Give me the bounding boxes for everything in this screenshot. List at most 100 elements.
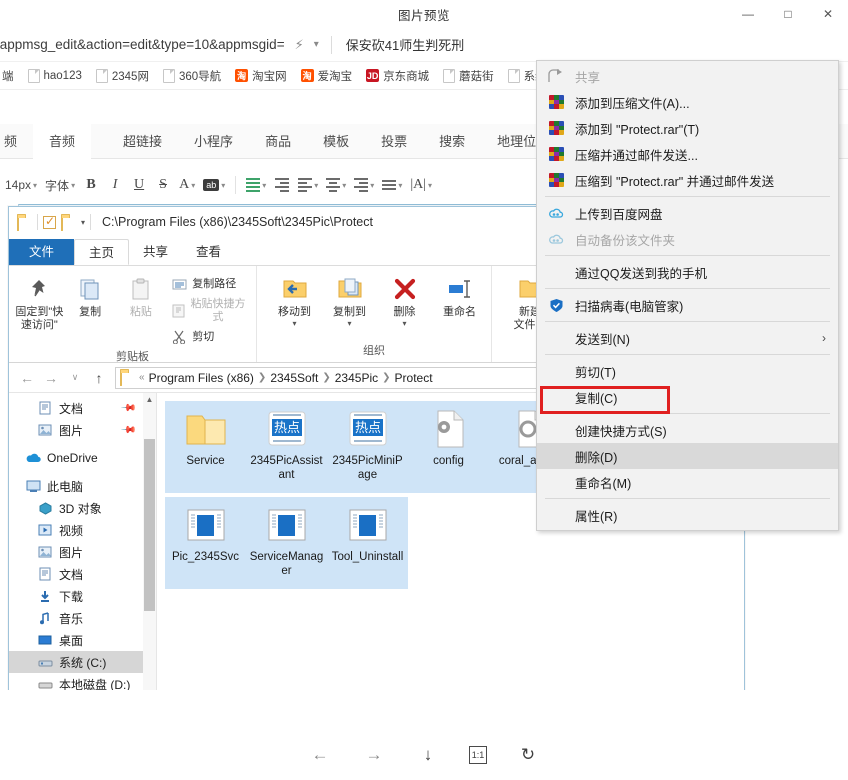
- bookmark-item[interactable]: 淘 淘宝网: [228, 64, 294, 88]
- text-color-button[interactable]: A ▾: [176, 172, 198, 198]
- up-button[interactable]: ↑: [87, 366, 111, 390]
- outdent-button[interactable]: ▾: [295, 172, 321, 198]
- download-button[interactable]: ↓: [415, 742, 441, 768]
- chevron-down-icon[interactable]: ▾: [81, 218, 85, 227]
- new-folder-icon[interactable]: [61, 214, 76, 231]
- sidebar-item-documents[interactable]: 文档 📌: [9, 397, 156, 419]
- url-text[interactable]: /appmsg_edit&action=edit&type=10&appmsgi…: [0, 37, 285, 52]
- tab-view[interactable]: 查看: [182, 239, 235, 265]
- strikethrough-button[interactable]: S: [152, 172, 174, 198]
- menu-item-cut[interactable]: 剪切(T): [537, 358, 838, 384]
- sidebar-scrollbar[interactable]: ▲ ▼: [143, 393, 156, 690]
- previous-image-button[interactable]: ←: [307, 742, 333, 768]
- line-height-button[interactable]: |A| ▾: [407, 172, 435, 198]
- menu-item-upload-to-baidu-cloud[interactable]: 上传到百度网盘: [537, 200, 838, 226]
- explorer-sidebar[interactable]: 文档 📌 图片 📌 OneDrive 此电脑 3D 对象 视频 图片 文档 下载…: [9, 393, 157, 690]
- highlight-button[interactable]: ab ▾: [200, 172, 228, 198]
- bookmark-item[interactable]: 淘 爱淘宝: [294, 64, 360, 88]
- tab-video[interactable]: 频: [0, 124, 33, 159]
- tab-template[interactable]: 模板: [307, 124, 365, 159]
- minimize-button[interactable]: —: [728, 0, 768, 28]
- sidebar-item-this-pc[interactable]: 此电脑: [9, 475, 156, 497]
- sidebar-item-videos[interactable]: 视频: [9, 519, 156, 541]
- bookmark-item[interactable]: 2345网: [89, 64, 156, 88]
- pin-icon[interactable]: 📌: [119, 400, 136, 417]
- sidebar-item-downloads[interactable]: 下载: [9, 585, 156, 607]
- file-item[interactable]: 热点 2345PicMiniPage: [327, 401, 408, 493]
- preview-toolbar[interactable]: ← → ↓ 1:1 ↻: [0, 730, 848, 780]
- rename-button[interactable]: 重命名: [434, 270, 485, 319]
- menu-item-auto-backup-folder[interactable]: 自动备份该文件夹: [537, 226, 838, 252]
- menu-item-create-shortcut[interactable]: 创建快捷方式(S): [537, 417, 838, 443]
- breadcrumb-item[interactable]: Protect: [395, 371, 433, 385]
- context-menu[interactable]: 共享 添加到压缩文件(A)... 添加到 "Protect.rar"(T) 压缩…: [536, 60, 839, 531]
- actual-size-button[interactable]: 1:1: [469, 746, 487, 764]
- list-button[interactable]: ▾: [379, 172, 405, 198]
- pin-icon[interactable]: 📌: [119, 422, 136, 439]
- file-item[interactable]: ServiceManager: [246, 497, 327, 589]
- lightning-icon[interactable]: ⚡: [295, 37, 304, 53]
- chevron-down-icon[interactable]: ▾: [347, 319, 351, 327]
- sidebar-item-system-drive[interactable]: 系统 (C:): [9, 651, 156, 673]
- copy-button[interactable]: 复制: [66, 270, 115, 319]
- tab-file[interactable]: 文件: [9, 239, 75, 265]
- breadcrumb-item[interactable]: 2345Soft: [270, 371, 318, 385]
- menu-item-share[interactable]: 共享: [537, 63, 838, 89]
- tab-product[interactable]: 商品: [249, 124, 307, 159]
- rotate-button[interactable]: ↻: [515, 742, 541, 768]
- sidebar-item-local-drive-d[interactable]: 本地磁盘 (D:): [9, 673, 156, 690]
- scroll-up-arrow[interactable]: ▲: [143, 393, 156, 407]
- underline-button[interactable]: U: [128, 172, 150, 198]
- sidebar-item-pictures-2[interactable]: 图片: [9, 541, 156, 563]
- bookmark-item[interactable]: JD 京东商城: [359, 64, 436, 88]
- align-left-button[interactable]: ▾: [243, 172, 269, 198]
- bookmark-item[interactable]: 360导航: [156, 64, 228, 88]
- align-center-button[interactable]: ▾: [323, 172, 349, 198]
- file-item[interactable]: Service: [165, 401, 246, 493]
- chevron-down-icon[interactable]: ▾: [314, 39, 319, 50]
- sidebar-item-pictures[interactable]: 图片 📌: [9, 419, 156, 441]
- menu-item-scan-virus[interactable]: 扫描病毒(电脑管家): [537, 292, 838, 318]
- delete-button[interactable]: 删除 ▾: [379, 270, 430, 327]
- back-button[interactable]: ←: [15, 366, 39, 390]
- menu-item-copy[interactable]: 复制(C): [537, 384, 838, 410]
- close-button[interactable]: ✕: [808, 0, 848, 28]
- menu-item-compress-to-protect-rar-and-email[interactable]: 压缩到 "Protect.rar" 并通过邮件发送: [537, 167, 838, 193]
- bookmark-item[interactable]: hao123: [21, 64, 89, 88]
- font-size-selector[interactable]: 14px ▾: [2, 172, 40, 198]
- bookmark-item[interactable]: 端: [0, 64, 21, 88]
- tab-search[interactable]: 搜索: [423, 124, 481, 159]
- chevron-down-icon[interactable]: ▾: [292, 319, 296, 327]
- tab-share[interactable]: 共享: [129, 239, 182, 265]
- copy-to-button[interactable]: 复制到 ▾: [324, 270, 375, 327]
- italic-button[interactable]: I: [104, 172, 126, 198]
- scrollbar-thumb[interactable]: [144, 439, 155, 611]
- menu-item-send-to-phone-via-qq[interactable]: 通过QQ发送到我的手机: [537, 259, 838, 285]
- file-item[interactable]: Pic_2345Svc: [165, 497, 246, 589]
- menu-item-rename[interactable]: 重命名(M): [537, 469, 838, 495]
- menu-item-add-to-archive[interactable]: 添加到压缩文件(A)...: [537, 89, 838, 115]
- recent-locations-button[interactable]: ∨: [63, 366, 87, 390]
- font-family-selector[interactable]: 字体 ▾: [42, 172, 78, 198]
- menu-item-send-to[interactable]: 发送到(N) ›: [537, 325, 838, 351]
- breadcrumb-overflow[interactable]: «: [139, 372, 145, 383]
- properties-check-icon[interactable]: [43, 214, 56, 229]
- menu-item-properties[interactable]: 属性(R): [537, 502, 838, 528]
- menu-item-compress-and-email[interactable]: 压缩并通过邮件发送...: [537, 141, 838, 167]
- next-image-button[interactable]: →: [361, 742, 387, 768]
- align-right-button[interactable]: ▾: [351, 172, 377, 198]
- cut-button[interactable]: 剪切: [167, 326, 250, 348]
- sidebar-item-3d-objects[interactable]: 3D 对象: [9, 497, 156, 519]
- sidebar-item-music[interactable]: 音乐: [9, 607, 156, 629]
- tab-home[interactable]: 主页: [74, 239, 130, 265]
- file-item[interactable]: 热点 2345PicAssistant: [246, 401, 327, 493]
- tab-audio[interactable]: 音频: [33, 123, 92, 159]
- file-item[interactable]: Tool_Uninstall: [327, 497, 408, 589]
- breadcrumb-item[interactable]: 2345Pic: [335, 371, 378, 385]
- sidebar-item-desktop[interactable]: 桌面: [9, 629, 156, 651]
- indent-button[interactable]: [271, 172, 293, 198]
- chevron-down-icon[interactable]: ▾: [402, 319, 406, 327]
- sidebar-item-documents-2[interactable]: 文档: [9, 563, 156, 585]
- copy-path-button[interactable]: 复制路径: [167, 273, 250, 295]
- sidebar-item-onedrive[interactable]: OneDrive: [9, 447, 156, 469]
